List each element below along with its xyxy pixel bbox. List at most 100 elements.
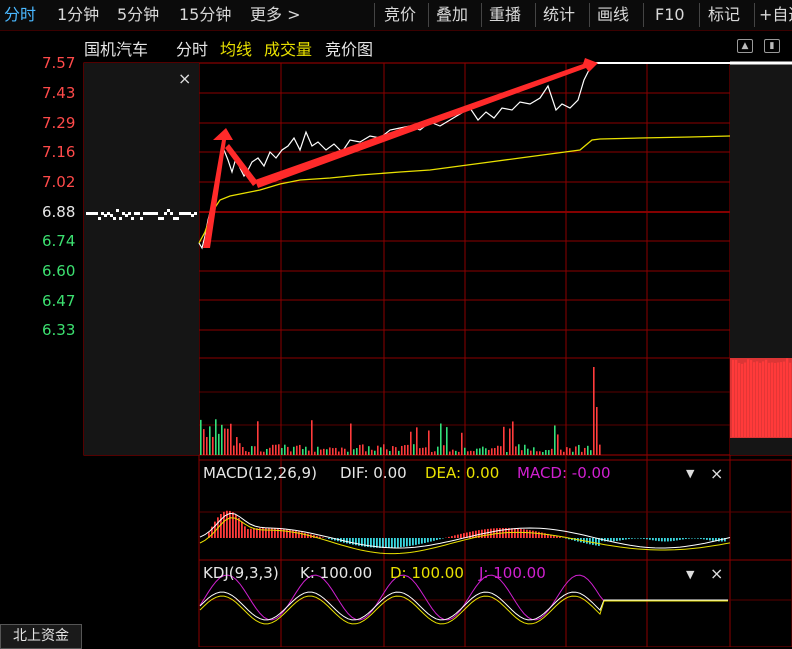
volume-bar [398,451,400,455]
kdj-j-value: J: 100.00 [479,564,546,582]
volume-bars [200,367,601,455]
macd-bar [697,538,699,539]
auction-dot [101,212,104,215]
auction-dot [95,212,98,215]
volume-bar [296,446,298,455]
auction-dot [119,217,122,220]
macd-bar [532,531,534,538]
auction-dot [110,214,113,217]
volume-bar [518,444,520,455]
macd-bar [418,538,420,544]
auction-dot [140,217,143,220]
volume-bar [377,446,379,455]
volume-bar [419,448,421,455]
volume-bar [305,447,307,455]
annotation-arrows [203,58,598,248]
volume-bar [452,450,454,455]
macd-bar [646,538,648,539]
volume-bar [260,451,262,455]
volume-bar [551,449,553,455]
close-icon[interactable]: × [178,69,191,88]
volume-bar [302,449,304,455]
volume-bar [467,451,469,455]
macd-bar [670,538,672,541]
macd-bar [427,538,429,542]
close-icon[interactable]: × [710,464,723,483]
macd-bar [622,538,624,540]
macd-bar [436,538,438,540]
macd-dea-value: DEA: 0.00 [425,464,499,482]
close-icon[interactable]: × [710,564,723,583]
auction-dot [155,212,158,215]
macd-bar [595,538,597,545]
kdj-title[interactable]: KDJ(9,3,3) [203,564,279,582]
macd-bar [430,538,432,542]
volume-bar [476,449,478,455]
macd-value: MACD: -0.00 [517,464,611,482]
chevron-down-icon[interactable]: ▼ [686,467,694,480]
volume-bar [578,445,580,455]
macd-bar [298,532,300,538]
auction-dot [128,212,131,215]
macd-bar [658,538,660,541]
volume-bar [332,448,334,455]
post-auction-volume [730,358,792,438]
macd-bar [667,538,669,541]
volume-bar [470,451,472,455]
volume-bar [344,449,346,455]
volume-bar [251,446,253,455]
macd-bar [517,529,519,538]
macd-bar [703,538,705,539]
macd-bar [457,535,459,538]
macd-bar [709,538,711,540]
macd-bar [493,528,495,538]
macd-bar [391,538,393,548]
volume-bar [236,437,238,455]
auction-dot [185,212,188,215]
macd-title[interactable]: MACD(12,26,9) [203,464,317,482]
macd-bar [640,538,642,539]
macd-bar [388,538,390,548]
volume-bar [407,445,409,455]
volume-bar [368,446,370,455]
macd-bar [274,528,276,538]
macd-bar [433,538,435,541]
macd-bar [301,532,303,538]
macd-bar [424,538,426,543]
macd-bar [655,538,657,541]
northbound-capital-tab[interactable]: 北上资金 [0,624,82,649]
macd-bar [439,538,441,539]
volume-bar [548,450,550,455]
volume-bar [263,452,265,455]
volume-bar [575,446,577,455]
auction-dot [113,217,116,220]
macd-bar [673,538,675,541]
volume-bar [527,449,529,455]
auction-dot [146,212,149,215]
volume-bar [533,447,535,455]
auction-dot [182,212,185,215]
auction-dot [125,214,128,217]
macd-bar [688,538,690,539]
volume-bar [431,452,433,455]
auction-dot [137,212,140,215]
volume-bar [254,446,256,455]
macd-bar [685,538,687,539]
macd-bar [346,538,348,543]
volume-bar [287,447,289,455]
volume-bar [485,448,487,455]
macd-bar [229,511,231,538]
auction-dot [158,217,161,220]
auction-dot [122,212,125,215]
macd-bar [682,538,684,539]
volume-bar [542,452,544,455]
volume-bar [572,452,574,455]
auction-dot [161,217,164,220]
auction-dot [92,212,95,215]
chevron-down-icon[interactable]: ▼ [686,568,694,581]
macd-bar [700,538,702,539]
macd-bar [322,537,324,538]
macd-bar [349,538,351,544]
volume-bar [440,424,442,455]
auction-dot [98,217,101,220]
